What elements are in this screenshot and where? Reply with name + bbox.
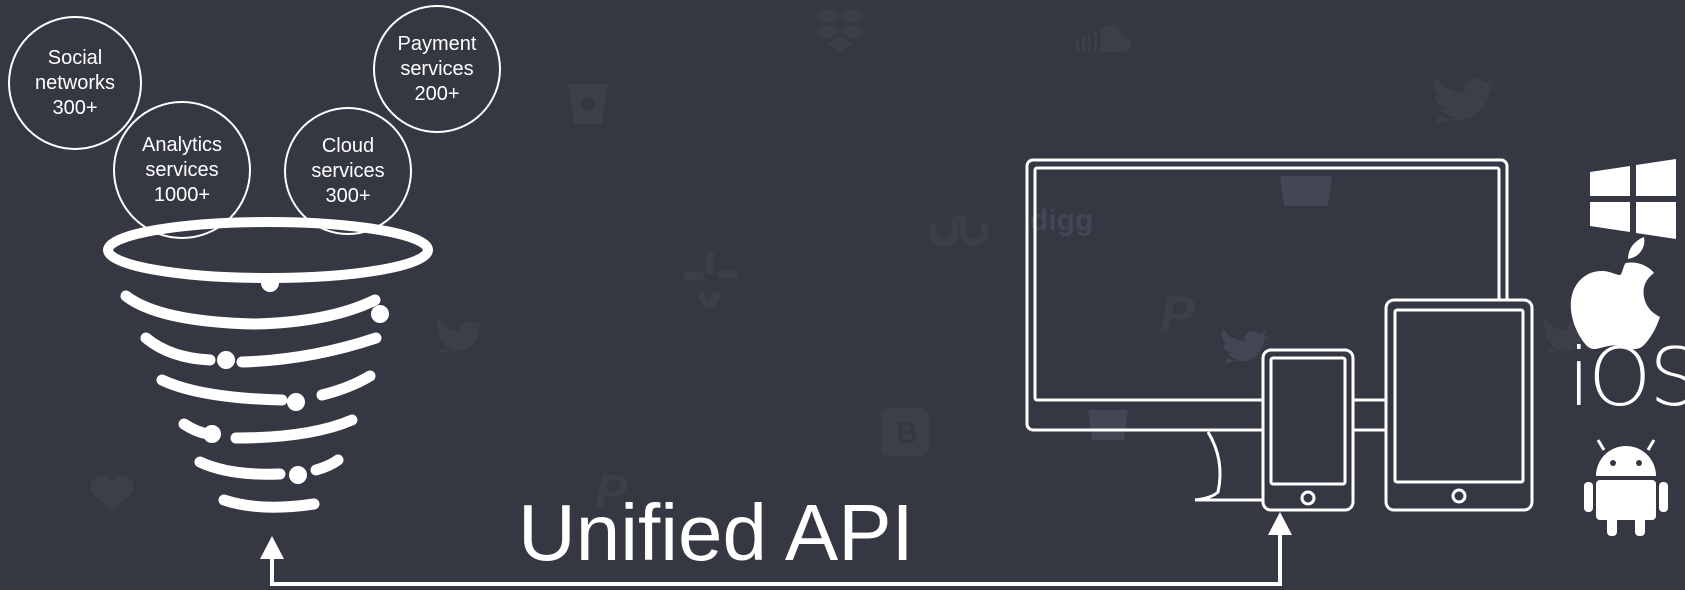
funnel-ring	[310, 454, 344, 476]
devices-illustration	[1025, 158, 1534, 512]
funnel-dot	[371, 305, 389, 323]
funnel-ring	[194, 456, 286, 480]
funnel-ring	[120, 290, 381, 330]
funnel-dot	[203, 425, 221, 443]
unified-api-title: Unified API	[518, 488, 914, 577]
funnel-ring	[218, 494, 320, 513]
funnel-dot	[287, 393, 305, 411]
phone-icon	[1261, 348, 1355, 512]
funnel-dot	[289, 466, 307, 484]
arrow-up-icon	[260, 536, 284, 559]
android-icon	[1584, 439, 1668, 536]
windows-icon	[1590, 159, 1676, 239]
funnel-icon	[103, 217, 433, 513]
funnel-ring	[236, 332, 382, 368]
tablet-icon	[1384, 298, 1534, 512]
funnel-ring	[230, 414, 358, 444]
funnel-ring	[140, 332, 216, 366]
ios-text-logo: iOS	[1568, 331, 1685, 424]
funnel-dot	[217, 351, 235, 369]
arrow-up-icon	[1268, 512, 1292, 535]
funnel-ring	[156, 374, 288, 406]
funnel-ring	[316, 370, 376, 401]
funnel-dot	[261, 274, 279, 292]
diagram-canvas: digg P P B Social networks 300+ Analytic…	[0, 0, 1685, 590]
funnel-rim	[103, 217, 433, 283]
